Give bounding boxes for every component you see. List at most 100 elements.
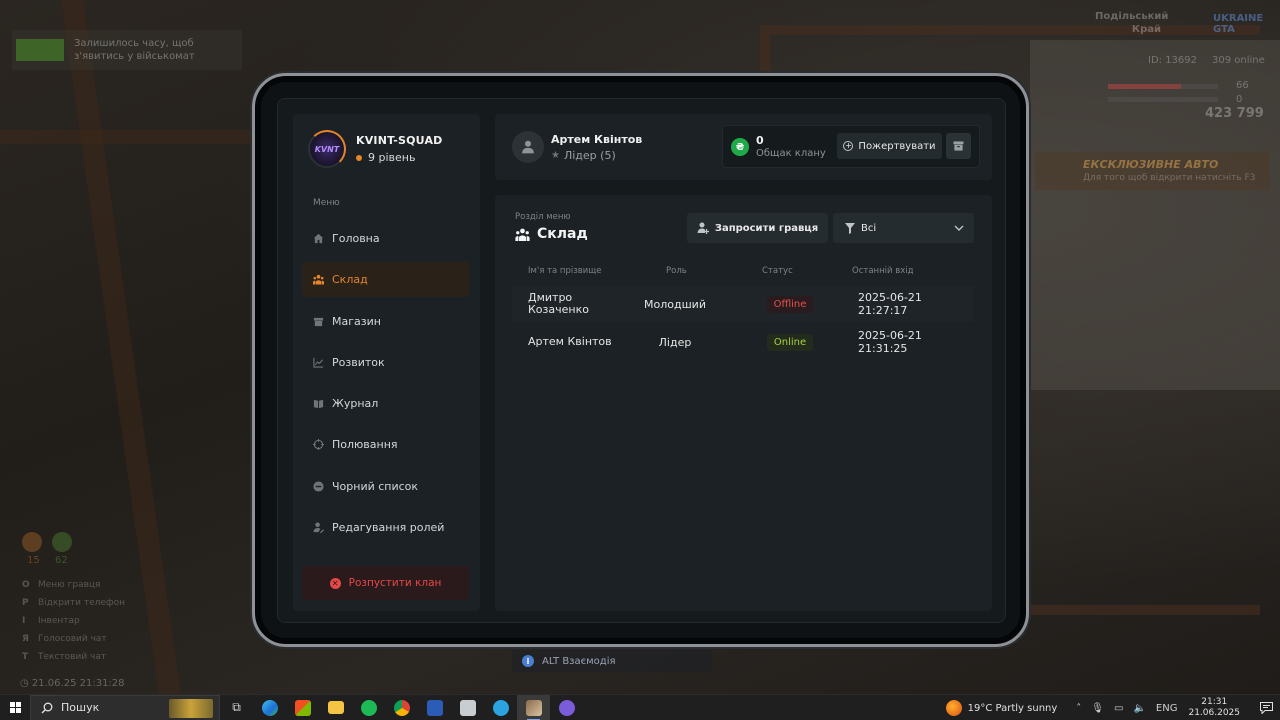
system-tray: 19°C Partly sunny ˄ 🎙 ▭ 🔈 ENG 21:31 21.0… bbox=[945, 695, 1280, 720]
game-icon bbox=[525, 699, 542, 716]
user-edit-icon bbox=[313, 522, 324, 534]
notice-text: Залишилось часу, щоб з'явитись у військо… bbox=[74, 38, 195, 62]
taskbar-search[interactable]: Пошук bbox=[30, 694, 220, 720]
menu-item-label: Редагування ролей bbox=[332, 521, 445, 535]
chart-icon bbox=[313, 357, 324, 368]
clock-date: 21.06.2025 bbox=[1188, 708, 1240, 718]
edge-button[interactable] bbox=[253, 695, 286, 720]
game-button[interactable] bbox=[517, 694, 550, 720]
health-value: 66 bbox=[1236, 80, 1249, 91]
telegram-button[interactable] bbox=[484, 695, 517, 720]
crosshair-icon bbox=[313, 439, 324, 451]
disband-clan-button[interactable]: ✕ Розпустити клан bbox=[302, 566, 469, 600]
menu-item-journal[interactable]: Журнал bbox=[302, 386, 469, 421]
table-row[interactable]: Дмитро Козаченко Молодший Offline 2025-0… bbox=[512, 286, 974, 322]
menu-item-shop[interactable]: Магазин bbox=[302, 304, 469, 339]
volume-icon[interactable]: 🔈 bbox=[1133, 703, 1145, 714]
topbar: Артем Квінтов ★ Лідер (5) ₴ 0 Общак клану… bbox=[495, 114, 992, 180]
donate-button[interactable]: + Пожертвувати bbox=[837, 133, 942, 159]
home-icon bbox=[313, 233, 324, 244]
armor-bar bbox=[1108, 97, 1218, 102]
keybind-row: I Інвентар bbox=[22, 616, 80, 626]
search-highlight-image bbox=[169, 698, 213, 718]
level-dot-icon bbox=[356, 154, 362, 161]
network-icon[interactable]: ▭ bbox=[1114, 703, 1123, 714]
files-button[interactable] bbox=[451, 695, 484, 720]
storage-box-button[interactable] bbox=[946, 133, 971, 159]
thirst-icon bbox=[52, 532, 72, 552]
language-indicator[interactable]: ENG bbox=[1156, 703, 1178, 714]
menu-item-warehouse[interactable]: Склад bbox=[302, 262, 469, 298]
menu-list: Головна Склад Магазин Розвиток Журнал По… bbox=[302, 221, 469, 551]
armor-value: 0 bbox=[1236, 94, 1243, 105]
invite-player-button[interactable]: Запросити гравця bbox=[687, 213, 828, 243]
menu-item-edit-roles[interactable]: Редагування ролей bbox=[302, 510, 469, 545]
bg-beam bbox=[0, 130, 260, 144]
hud-datetime: ◷ 21.06.25 21:31:28 bbox=[20, 678, 125, 689]
member-last-login: 2025-06-21 21:27:17 bbox=[858, 291, 922, 317]
weather-widget[interactable]: 19°C Partly sunny bbox=[945, 700, 1058, 716]
menu-item-home[interactable]: Головна bbox=[302, 221, 469, 256]
people-icon bbox=[515, 228, 530, 241]
weather-text: 19°C Partly sunny bbox=[967, 702, 1058, 714]
members-table: Ім'я та прізвище Роль Статус Останній вх… bbox=[512, 260, 974, 360]
menu-item-label: Журнал bbox=[332, 397, 379, 411]
donate-label: Пожертвувати bbox=[858, 140, 936, 152]
chrome-icon bbox=[393, 699, 410, 716]
chrome-button[interactable] bbox=[385, 695, 418, 720]
exclusive-key: F3 bbox=[1244, 173, 1256, 183]
people-icon bbox=[313, 274, 324, 285]
menu-item-label: Склад bbox=[332, 273, 368, 287]
menu-item-hunting[interactable]: Полювання bbox=[302, 427, 469, 462]
menu-item-label: Головна bbox=[332, 232, 380, 245]
menu-title: Меню bbox=[313, 198, 340, 208]
table-row[interactable]: Артем Квінтов Лідер Online 2025-06-21 21… bbox=[512, 324, 974, 360]
bank-label: Общак клану bbox=[756, 148, 826, 159]
member-role: Молодший bbox=[644, 297, 706, 311]
windows-icon bbox=[9, 702, 21, 713]
alt-hint-text: ALT Взаємодія bbox=[542, 655, 616, 667]
money-value: 423 799 bbox=[1205, 106, 1264, 121]
exclusive-car-banner: ЕКСКЛЮЗИВНЕ АВТО Для того щоб відкрити н… bbox=[1035, 152, 1270, 190]
filter-icon bbox=[845, 222, 855, 234]
chevron-down-icon bbox=[954, 225, 964, 231]
column-header-role: Роль bbox=[666, 266, 687, 276]
store-button[interactable] bbox=[286, 695, 319, 720]
discord-button[interactable] bbox=[550, 695, 583, 720]
player-id: ID: 13692 bbox=[1148, 55, 1198, 66]
menu-item-blacklist[interactable]: Чорний список bbox=[302, 469, 469, 504]
chevron-up-icon[interactable]: ˄ bbox=[1076, 703, 1081, 714]
section-subtitle: Розділ меню bbox=[515, 212, 571, 222]
status-badge: Offline bbox=[728, 295, 852, 313]
close-icon: ✕ bbox=[329, 577, 341, 589]
clan-header: KVNT KVINT-SQUAD 9 рівень bbox=[308, 130, 443, 168]
keybind-row: T Текстовий чат bbox=[22, 652, 107, 662]
avatar bbox=[512, 131, 544, 163]
role-filter-select[interactable]: Всі bbox=[833, 213, 974, 243]
clan-level: 9 рівень bbox=[356, 151, 443, 164]
clock-time: 21:31 bbox=[1201, 697, 1228, 707]
thirst-value: 62 bbox=[55, 555, 68, 566]
spotify-button[interactable] bbox=[352, 695, 385, 720]
taskbar-clock[interactable]: 21:31 21.06.2025 bbox=[1188, 697, 1240, 719]
menu-item-label: Полювання bbox=[332, 438, 398, 452]
start-button[interactable] bbox=[0, 695, 30, 720]
spotify-icon bbox=[360, 699, 377, 716]
menu-item-development[interactable]: Розвиток bbox=[302, 345, 469, 380]
region-label: Подільський Край bbox=[1095, 11, 1169, 35]
column-header-status: Статус bbox=[762, 266, 793, 276]
hunger-value: 15 bbox=[27, 555, 40, 566]
menu-item-label: Магазин bbox=[332, 314, 381, 328]
bank-value: 0 bbox=[756, 134, 764, 147]
menu-item-label: Чорний список bbox=[332, 479, 419, 493]
task-view-button[interactable]: ⧉ bbox=[220, 695, 253, 720]
hud-keybinds: O Меню гравця P Відкрити телефон I Інвентар… bbox=[22, 580, 125, 670]
clan-bank: ₴ 0 Общак клану + Пожертвувати bbox=[722, 125, 980, 168]
app-button[interactable] bbox=[418, 695, 451, 720]
clan-logo: KVNT bbox=[308, 130, 346, 168]
disband-label: Розпустити клан bbox=[348, 577, 442, 589]
notifications-button[interactable] bbox=[1252, 702, 1280, 714]
folder-icon bbox=[327, 701, 344, 714]
microphone-icon[interactable]: 🎙 bbox=[1091, 703, 1104, 714]
explorer-button[interactable] bbox=[319, 695, 352, 720]
